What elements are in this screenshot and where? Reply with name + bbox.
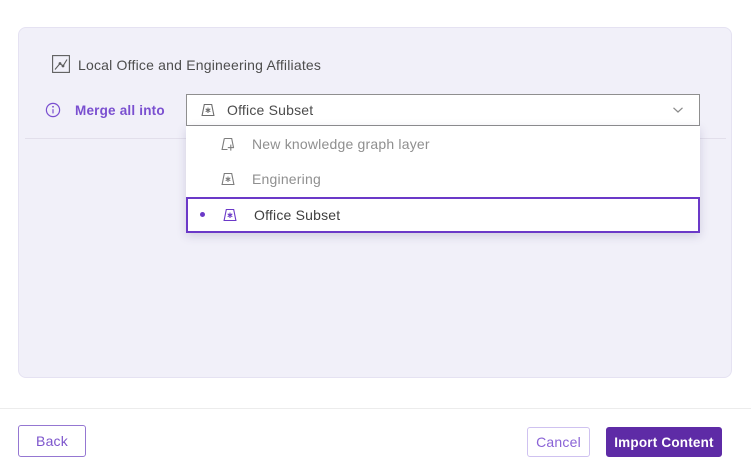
menu-item-label: Office Subset <box>254 207 340 223</box>
knowledge-graph-layer-icon <box>200 102 216 118</box>
back-button[interactable]: Back <box>18 425 86 457</box>
merge-target-select[interactable]: Office Subset <box>186 94 700 126</box>
import-content-button[interactable]: Import Content <box>606 427 722 457</box>
link-chart-square-icon <box>52 55 70 73</box>
select-value: Office Subset <box>227 102 313 118</box>
menu-item-office-subset[interactable]: Office Subset <box>186 197 700 233</box>
import-options-panel: Local Office and Engineering Affiliates … <box>18 27 732 378</box>
info-icon <box>45 102 61 118</box>
menu-item-enginering[interactable]: Enginering <box>186 162 700 198</box>
menu-item-label: Enginering <box>252 171 321 187</box>
merge-target-menu: New knowledge graph layer Enginering <box>186 126 700 233</box>
merge-all-into-label: Merge all into <box>75 103 165 118</box>
footer-divider <box>0 408 751 409</box>
cancel-button[interactable]: Cancel <box>527 427 590 457</box>
knowledge-graph-layer-icon <box>220 171 236 187</box>
knowledge-graph-layer-icon <box>222 207 238 223</box>
selected-bullet-icon <box>200 212 205 217</box>
menu-item-new-knowledge-graph-layer[interactable]: New knowledge graph layer <box>186 126 700 162</box>
new-knowledge-graph-layer-icon <box>220 136 236 152</box>
chevron-down-icon <box>672 106 684 114</box>
menu-item-label: New knowledge graph layer <box>252 136 430 152</box>
source-layer-label: Local Office and Engineering Affiliates <box>78 57 321 73</box>
